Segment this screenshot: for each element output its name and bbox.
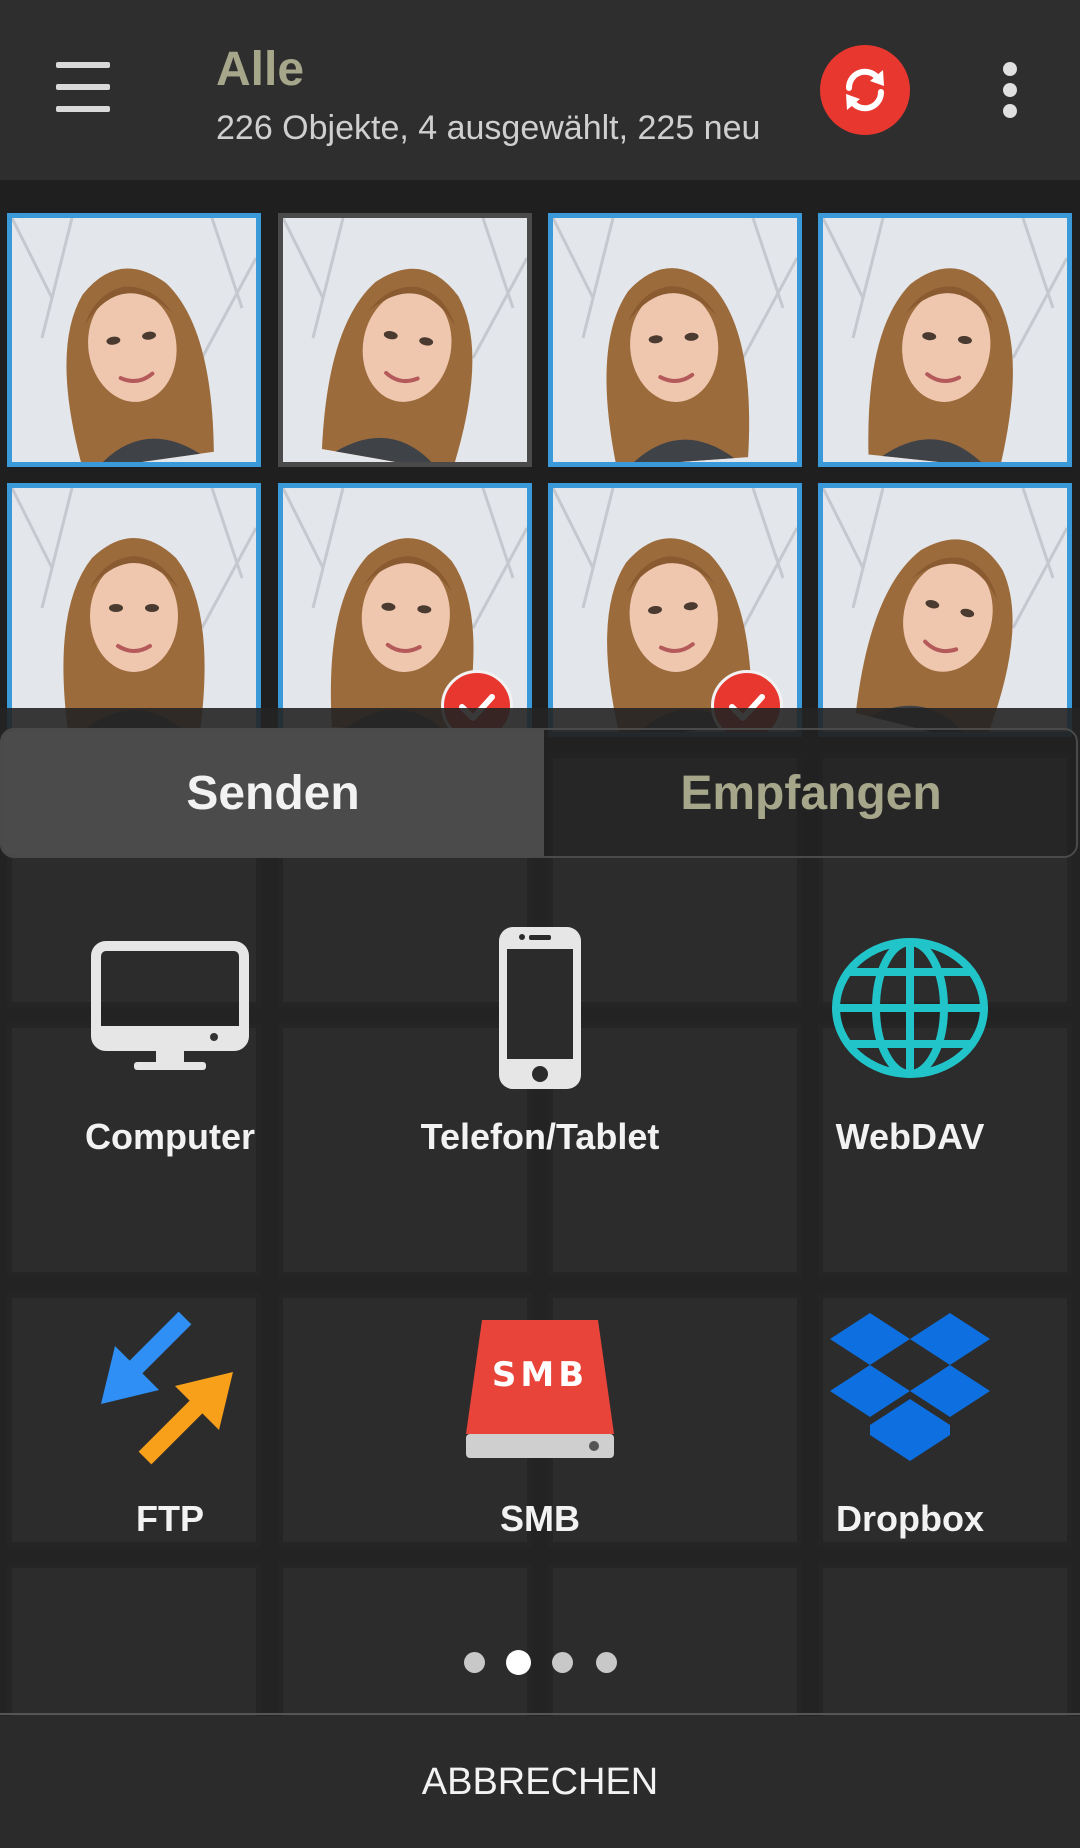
target-label: Dropbox [836, 1498, 984, 1539]
globe-icon [730, 918, 1080, 1098]
photo-thumbnail[interactable] [278, 483, 532, 737]
selection-summary: 226 Objekte, 4 ausgewählt, 225 neu [216, 109, 761, 147]
more-vert-icon[interactable] [980, 50, 1036, 130]
target-label: WebDAV [835, 1116, 985, 1157]
photo-thumbnail[interactable] [818, 213, 1072, 467]
photo-thumbnail[interactable] [7, 483, 261, 737]
hamburger-menu-icon[interactable] [40, 52, 126, 128]
target-label: Telefon/Tablet [420, 1116, 660, 1157]
target-dropbox[interactable]: Dropbox [730, 1298, 1080, 1598]
target-ftp[interactable]: FTP [0, 1298, 350, 1598]
divider [0, 1713, 1080, 1715]
photo-thumbnail[interactable] [7, 213, 261, 467]
target-smb[interactable]: SMB SMB [360, 1298, 720, 1598]
photo-thumbnail[interactable] [278, 213, 532, 467]
computer-icon [0, 918, 350, 1098]
tab-empfangen[interactable]: Empfangen [544, 730, 1076, 856]
share-bottom-sheet: Senden Empfangen Computer Telefon/Tablet… [0, 708, 1080, 1848]
page-title: Alle [216, 43, 305, 96]
page-dot[interactable] [463, 1652, 485, 1673]
tab-senden[interactable]: Senden [2, 730, 544, 856]
target-computer[interactable]: Computer [0, 918, 350, 1218]
smb-icon-text: SMB [492, 1355, 588, 1395]
page-dot[interactable] [595, 1652, 617, 1673]
photo-thumbnail[interactable] [548, 483, 802, 737]
page-dot-active[interactable] [507, 1652, 529, 1673]
page-indicator [0, 1652, 1080, 1676]
target-webdav[interactable]: WebDAV [730, 918, 1080, 1218]
sync-button[interactable] [820, 45, 910, 135]
app-bar: Alle 226 Objekte, 4 ausgewählt, 225 neu [0, 0, 1080, 180]
direction-tabs: Senden Empfangen [0, 728, 1078, 858]
cancel-button[interactable]: ABBRECHEN [0, 1716, 1080, 1848]
smb-drive-icon: SMB [360, 1298, 720, 1478]
photo-thumbnail[interactable] [548, 213, 802, 467]
photo-thumbnail[interactable] [818, 483, 1072, 737]
sync-icon [845, 68, 885, 112]
target-label: SMB [500, 1498, 580, 1539]
page-dot[interactable] [551, 1652, 573, 1673]
phone-icon [360, 918, 720, 1098]
target-label: FTP [136, 1498, 204, 1539]
ftp-arrows-icon [0, 1298, 350, 1478]
dropbox-icon [730, 1298, 1080, 1478]
target-phone-tablet[interactable]: Telefon/Tablet [360, 918, 720, 1218]
target-label: Computer [85, 1116, 255, 1157]
